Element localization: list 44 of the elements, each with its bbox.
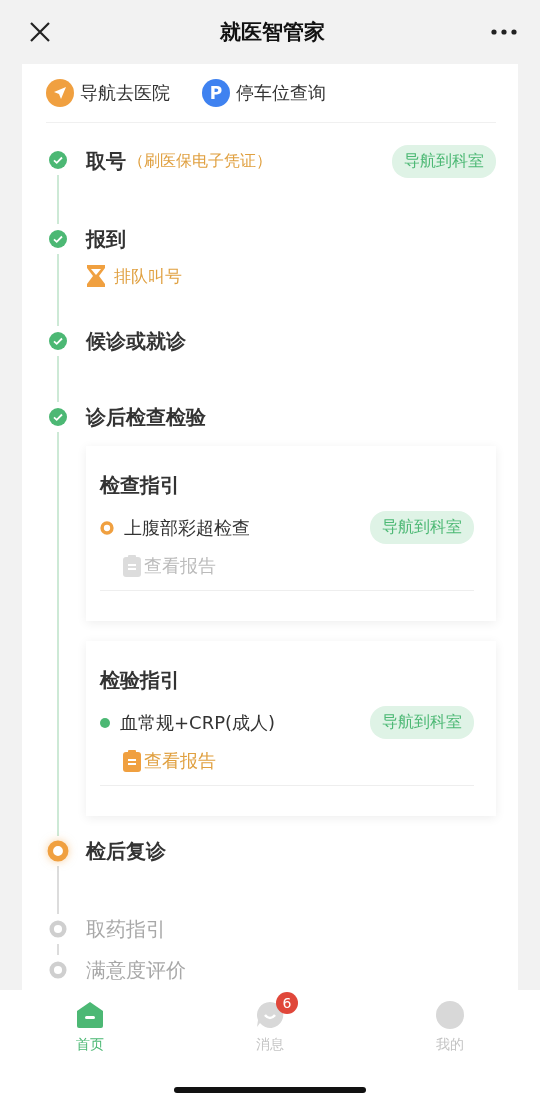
check-icon xyxy=(49,151,67,169)
report-link[interactable]: 查看报告 xyxy=(122,554,474,578)
home-icon xyxy=(75,1000,105,1030)
status-dot xyxy=(100,717,110,728)
tab[interactable]: 我的 xyxy=(400,992,500,1056)
step-note: （刷医保电子凭证） xyxy=(128,151,272,172)
step-title: 取号 xyxy=(86,148,126,175)
quick-link[interactable]: P 停车位查询 xyxy=(202,79,326,107)
navigate-button[interactable]: 导航到科室 xyxy=(370,511,474,544)
unread-badge: 6 xyxy=(276,992,298,1014)
exam-name: 血常规+CRP(成人) xyxy=(120,710,276,735)
step-title: 报到 xyxy=(86,225,126,253)
check-icon xyxy=(49,230,67,248)
page-title: 就医智管家 xyxy=(219,19,325,46)
step-title: 候诊或就诊 xyxy=(86,327,186,355)
parking-icon: P xyxy=(202,79,230,107)
tab[interactable]: 首页 xyxy=(40,992,140,1056)
check-icon xyxy=(49,332,67,350)
quick-link[interactable]: 导航去医院 xyxy=(46,79,170,107)
check-icon xyxy=(49,408,67,426)
pending-step-icon xyxy=(49,920,67,938)
tab[interactable]: 消息 6 xyxy=(220,992,320,1056)
navigate-button[interactable]: 导航到科室 xyxy=(370,706,474,739)
status-ring-icon xyxy=(100,520,114,535)
more-icon xyxy=(491,29,517,35)
clipboard-icon xyxy=(122,750,142,772)
hourglass-icon xyxy=(86,264,106,288)
queue-link[interactable]: 排队叫号 xyxy=(86,264,496,288)
step-title: 检后复诊 xyxy=(86,837,166,865)
exam-name: 上腹部彩超检查 xyxy=(124,515,250,540)
navigation-icon xyxy=(46,79,74,107)
clipboard-icon xyxy=(122,555,142,577)
report-link[interactable]: 查看报告 xyxy=(122,749,474,773)
close-icon xyxy=(29,21,51,43)
step-title: 诊后检查检验 xyxy=(86,403,206,431)
navigate-button[interactable]: 导航到科室 xyxy=(392,145,496,178)
step-title: 满意度评价 xyxy=(86,956,186,984)
user-icon xyxy=(435,1000,465,1030)
pending-step-icon xyxy=(49,961,67,979)
step-title: 取药指引 xyxy=(86,915,166,943)
guide-title: 检验指引 xyxy=(100,667,181,694)
chat-icon xyxy=(255,1000,285,1030)
current-step-icon xyxy=(47,840,69,862)
guide-title: 检查指引 xyxy=(100,472,181,499)
